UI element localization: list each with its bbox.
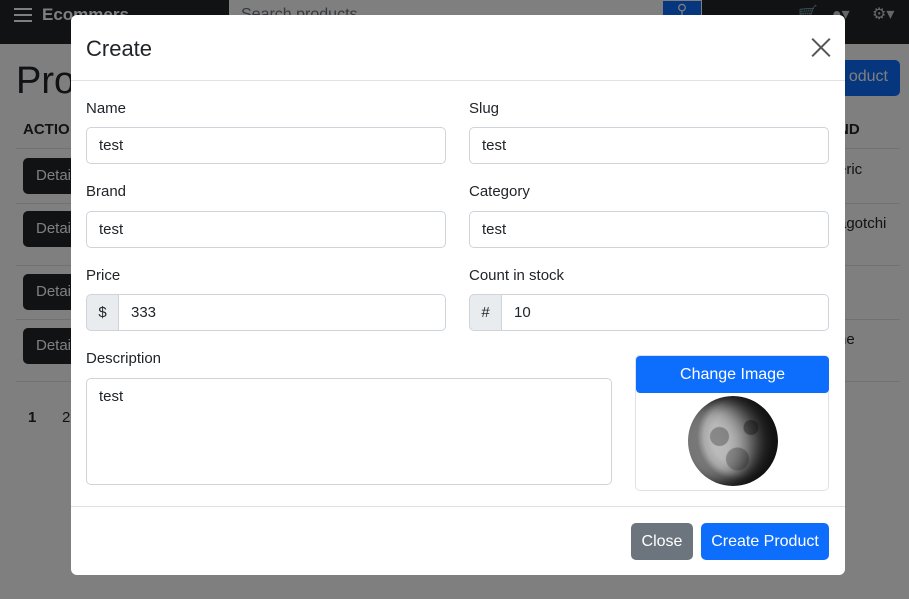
count-input[interactable]: 10 <box>501 294 829 331</box>
category-input[interactable]: test <box>469 211 829 248</box>
create-product-button[interactable]: Create Product <box>701 523 829 560</box>
close-icon[interactable] <box>810 37 832 59</box>
slug-label: Slug <box>469 100 500 117</box>
brand-label: Brand <box>86 183 127 200</box>
modal-footer: Close Create Product <box>71 506 845 575</box>
product-image <box>688 396 778 486</box>
price-label: Price <box>86 267 121 284</box>
currency-addon: $ <box>86 294 119 331</box>
category-label: Category <box>469 183 530 200</box>
create-product-modal: Create Name test Slug test Brand test Ca… <box>71 15 845 575</box>
slug-input[interactable]: test <box>469 127 829 164</box>
brand-input[interactable]: test <box>86 211 446 248</box>
name-input[interactable]: test <box>86 127 446 164</box>
modal-title: Create <box>86 36 153 61</box>
modal-header: Create <box>71 15 845 81</box>
description-label: Description <box>86 350 162 367</box>
close-button[interactable]: Close <box>631 523 693 560</box>
count-addon: # <box>469 294 502 331</box>
count-label: Count in stock <box>469 267 565 284</box>
change-image-button[interactable]: Change Image <box>636 356 829 393</box>
image-preview-card: Change Image <box>635 355 829 491</box>
description-textarea[interactable]: test <box>86 378 612 485</box>
name-label: Name <box>86 100 127 117</box>
price-input[interactable]: 333 <box>118 294 446 331</box>
